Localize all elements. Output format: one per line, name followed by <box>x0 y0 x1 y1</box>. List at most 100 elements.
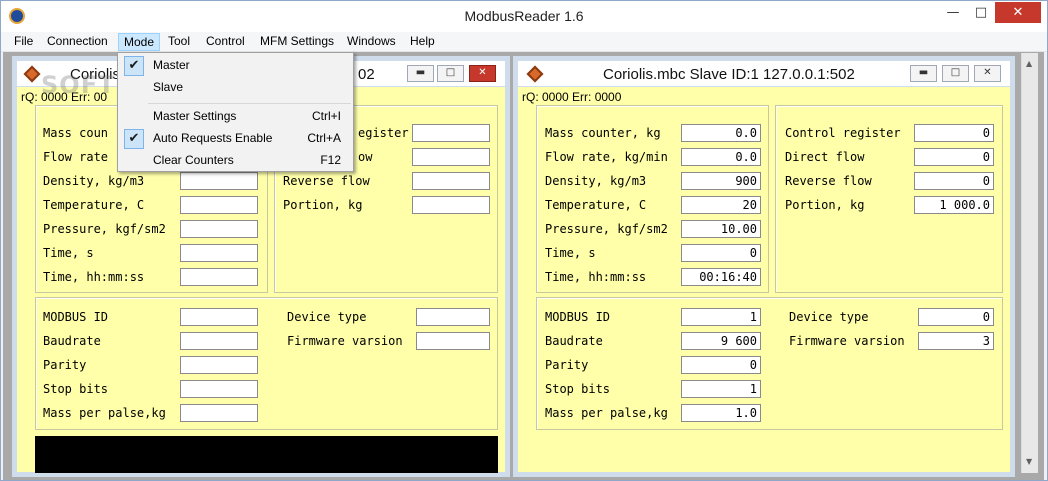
menu-mode[interactable]: Mode <box>118 33 161 51</box>
left-pressure-label: Pressure, kgf/sm2 <box>43 222 166 236</box>
left-firmware-label: Firmware varsion <box>287 334 403 348</box>
left-close-icon[interactable]: ✕ <box>469 65 496 82</box>
menu-control[interactable]: Control <box>201 33 250 51</box>
scroll-up-icon[interactable]: ▲ <box>1026 59 1032 68</box>
menu-separator <box>148 103 351 104</box>
close-icon[interactable]: ✕ <box>995 2 1041 23</box>
right-mass-counter-label: Mass counter, kg <box>545 126 661 140</box>
menu-item-master[interactable]: ✔ Master <box>120 55 351 77</box>
coriolis-icon <box>526 65 544 83</box>
right-firmware-label: Firmware varsion <box>789 334 905 348</box>
left-flow-rate-label: Flow rate <box>43 150 109 164</box>
right-control-register-field[interactable]: 0 <box>914 124 994 142</box>
left-time-s-field[interactable] <box>180 244 258 262</box>
left-device-type-label: Device type <box>287 310 367 324</box>
right-baudrate-field[interactable]: 9 600 <box>681 332 761 350</box>
right-mass-per-pulse-label: Mass per palse,kg <box>545 406 668 420</box>
right-mass-counter-field[interactable]: 0.0 <box>681 124 761 142</box>
left-temperature-field[interactable] <box>180 196 258 214</box>
right-parity-label: Parity <box>545 358 589 372</box>
maximize-icon[interactable]: □ <box>967 2 995 23</box>
right-reverse-flow-field[interactable]: 0 <box>914 172 994 190</box>
left-density-field[interactable] <box>180 172 258 190</box>
left-control-register-label: egister <box>358 126 409 140</box>
left-device-type-field[interactable] <box>416 308 490 326</box>
right-density-field[interactable]: 900 <box>681 172 761 190</box>
menu-windows[interactable]: Windows <box>342 33 401 51</box>
minimize-icon[interactable]: — <box>939 2 967 23</box>
left-time-hms-label: Time, hh:mm:ss <box>43 270 145 284</box>
left-reverse-flow-field[interactable] <box>412 172 490 190</box>
right-close-icon[interactable]: ✕ <box>974 65 1001 82</box>
scroll-down-icon[interactable]: ▼ <box>1026 457 1032 466</box>
left-time-s-label: Time, s <box>43 246 94 260</box>
left-mass-counter-label: Mass coun <box>43 126 109 140</box>
right-temperature-label: Temperature, C <box>545 198 647 212</box>
right-flow-rate-label: Flow rate, kg/min <box>545 150 668 164</box>
check-icon: ✔ <box>124 129 144 149</box>
right-time-hms-field[interactable]: 00:16:40 <box>681 268 761 286</box>
right-parity-field[interactable]: 0 <box>681 356 761 374</box>
left-time-hms-field[interactable] <box>180 268 258 286</box>
coriolis-icon <box>23 65 41 83</box>
left-maximize-icon[interactable]: □ <box>437 65 464 82</box>
menu-mfm-settings[interactable]: MFM Settings <box>255 33 339 51</box>
left-control-register-field[interactable] <box>412 124 490 142</box>
right-window-title: Coriolis.mbc Slave ID:1 127.0.0.1:502 <box>603 66 855 83</box>
menu-item-slave[interactable]: Slave <box>120 77 351 99</box>
right-maximize-icon[interactable]: □ <box>942 65 969 82</box>
menu-connection[interactable]: Connection <box>42 33 113 51</box>
left-portion-field[interactable] <box>412 196 490 214</box>
right-minimize-icon[interactable]: ▬ <box>910 65 937 82</box>
left-modbus-id-field[interactable] <box>180 308 258 326</box>
left-baudrate-field[interactable] <box>180 332 258 350</box>
right-temperature-field[interactable]: 20 <box>681 196 761 214</box>
right-status-text: rQ: 0000 Err: 0000 <box>522 90 622 104</box>
left-portion-label: Portion, kg <box>283 198 363 212</box>
right-direct-flow-field[interactable]: 0 <box>914 148 994 166</box>
left-parity-label: Parity <box>43 358 87 372</box>
right-mass-per-pulse-field[interactable]: 1.0 <box>681 404 761 422</box>
right-time-hms-label: Time, hh:mm:ss <box>545 270 647 284</box>
left-direct-flow-field[interactable] <box>412 148 490 166</box>
left-mass-per-pulse-label: Mass per palse,kg <box>43 406 166 420</box>
left-reverse-flow-label: Reverse flow <box>283 174 370 188</box>
right-reverse-flow-label: Reverse flow <box>785 174 872 188</box>
left-direct-flow-label: ow <box>358 150 373 164</box>
right-time-s-label: Time, s <box>545 246 596 260</box>
right-device-type-label: Device type <box>789 310 869 324</box>
left-mass-per-pulse-field[interactable] <box>180 404 258 422</box>
menu-tool[interactable]: Tool <box>163 33 195 51</box>
right-firmware-field[interactable]: 3 <box>918 332 994 350</box>
right-child-window: Coriolis.mbc Slave ID:1 127.0.0.1:502 ▬ … <box>513 56 1015 477</box>
app-title: ModbusReader 1.6 <box>464 8 584 24</box>
right-pressure-field[interactable]: 10.00 <box>681 220 761 238</box>
left-minimize-icon[interactable]: ▬ <box>407 65 434 82</box>
right-control-register-label: Control register <box>785 126 901 140</box>
left-density-label: Density, kg/m3 <box>43 174 145 188</box>
right-window-title-bar: Coriolis.mbc Slave ID:1 127.0.0.1:502 ▬ … <box>518 61 1010 87</box>
title-bar: ModbusReader 1.6 — □ ✕ <box>1 1 1047 32</box>
menu-item-master-settings[interactable]: Master Settings Ctrl+I <box>120 106 351 128</box>
log-console[interactable] <box>35 436 498 473</box>
menu-item-clear-counters[interactable]: Clear Counters F12 <box>120 150 351 172</box>
right-portion-field[interactable]: 1 000.0 <box>914 196 994 214</box>
menu-bar: File Connection Mode Tool Control MFM Se… <box>1 32 1047 52</box>
right-modbus-id-field[interactable]: 1 <box>681 308 761 326</box>
right-stop-bits-field[interactable]: 1 <box>681 380 761 398</box>
right-time-s-field[interactable]: 0 <box>681 244 761 262</box>
right-flow-rate-field[interactable]: 0.0 <box>681 148 761 166</box>
left-firmware-field[interactable] <box>416 332 490 350</box>
left-pressure-field[interactable] <box>180 220 258 238</box>
menu-help[interactable]: Help <box>405 33 440 51</box>
left-stop-bits-field[interactable] <box>180 380 258 398</box>
right-stop-bits-label: Stop bits <box>545 382 611 396</box>
left-temperature-label: Temperature, C <box>43 198 145 212</box>
menu-file[interactable]: File <box>9 33 38 51</box>
right-device-type-field[interactable]: 0 <box>918 308 994 326</box>
right-direct-flow-label: Direct flow <box>785 150 865 164</box>
mode-dropdown-menu: ✔ Master Slave Master Settings Ctrl+I ✔ … <box>117 52 354 172</box>
left-parity-field[interactable] <box>180 356 258 374</box>
menu-item-auto-requests[interactable]: ✔ Auto Requests Enable Ctrl+A <box>120 128 351 150</box>
mdi-vertical-scrollbar[interactable]: ▲ ▼ <box>1021 53 1038 473</box>
